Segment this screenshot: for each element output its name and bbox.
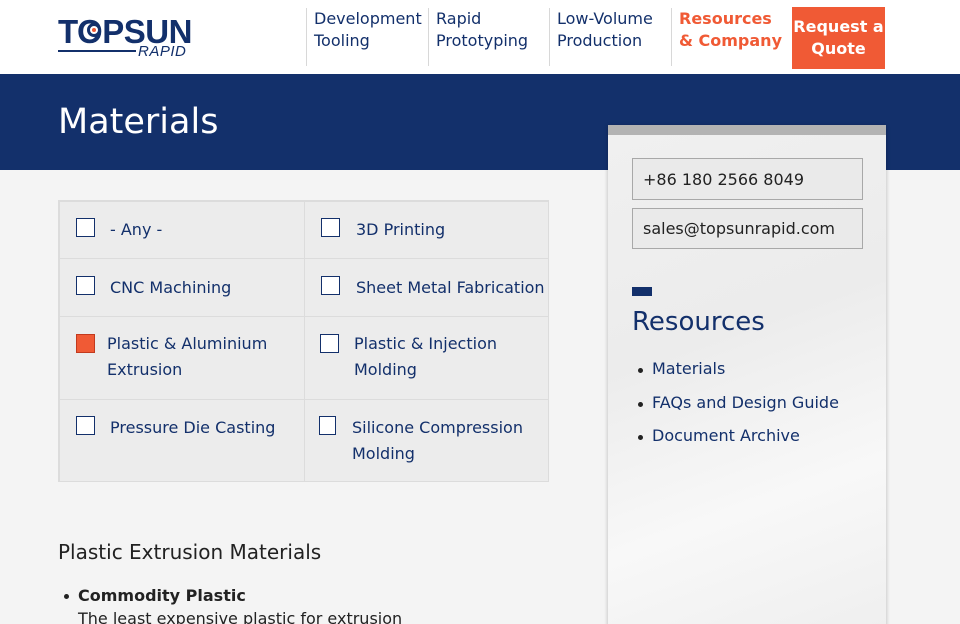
filter-option-extrusion[interactable]: Plastic & Aluminium Extrusion <box>59 316 305 400</box>
nav-rapid-prototyping[interactable]: Rapid Prototyping <box>428 8 544 66</box>
material-filter-grid: - Any - 3D Printing CNC Machining Sheet … <box>58 200 549 482</box>
email-field[interactable]: sales@topsunrapid.com <box>632 208 863 249</box>
resources-accent-bar <box>632 287 652 296</box>
filter-label: Sheet Metal Fabrication <box>356 278 545 297</box>
filter-option-sheet-metal[interactable]: Sheet Metal Fabrication <box>304 258 549 317</box>
resources-heading: Resources <box>632 307 765 337</box>
resource-link-faqs[interactable]: FAQs and Design Guide <box>652 393 839 412</box>
logo-target-icon <box>87 23 101 37</box>
filter-option-die-casting[interactable]: Pressure Die Casting <box>59 399 305 482</box>
filter-option-injection-molding[interactable]: Plastic & Injection Molding <box>304 316 549 400</box>
phone-field[interactable]: +86 180 2566 8049 <box>632 158 863 200</box>
checkbox[interactable] <box>319 416 336 435</box>
checkbox[interactable] <box>76 276 95 295</box>
filter-option-any[interactable]: - Any - <box>59 201 305 259</box>
filter-label: Plastic & Aluminium Extrusion <box>107 334 268 379</box>
filter-label: - Any - <box>110 220 163 239</box>
sidebar-top-border <box>608 125 886 135</box>
resource-link-materials[interactable]: Materials <box>652 359 725 378</box>
resource-link-document-archive[interactable]: Document Archive <box>652 426 800 445</box>
filter-label: Silicone Compression Molding <box>352 418 523 463</box>
logo-underline <box>58 50 136 52</box>
page-title: Materials <box>58 102 219 142</box>
filter-label: 3D Printing <box>356 220 446 239</box>
sidebar: +86 180 2566 8049 sales@topsunrapid.com … <box>608 125 886 624</box>
nav-low-volume-production[interactable]: Low-Volume Production <box>549 8 667 66</box>
bullet-icon <box>638 402 643 407</box>
nav-resources-company[interactable]: Resources & Company <box>671 8 787 66</box>
checkbox[interactable] <box>76 218 95 237</box>
site-header: TOPSUN RAPID Development Tooling Rapid P… <box>0 0 960 74</box>
filter-label: Pressure Die Casting <box>110 418 276 437</box>
checkbox-checked[interactable] <box>76 334 95 353</box>
bullet-icon <box>638 368 643 373</box>
bullet-icon <box>64 594 69 599</box>
logo-subtitle: RAPID <box>138 43 187 60</box>
section-title: Plastic Extrusion Materials <box>58 540 322 564</box>
checkbox[interactable] <box>76 416 95 435</box>
filter-label: Plastic & Injection Molding <box>354 334 497 379</box>
material-item-description: The least expensive plastic for extrusio… <box>78 609 403 624</box>
request-quote-button[interactable]: Request a Quote <box>792 7 885 69</box>
filter-option-cnc-machining[interactable]: CNC Machining <box>59 258 305 317</box>
nav-development-tooling[interactable]: Development Tooling <box>306 8 422 66</box>
filter-label: CNC Machining <box>110 278 232 297</box>
material-item-title: Commodity Plastic <box>78 586 246 605</box>
topsun-logo[interactable]: TOPSUN RAPID <box>58 14 198 62</box>
checkbox[interactable] <box>321 218 340 237</box>
filter-option-3d-printing[interactable]: 3D Printing <box>304 201 549 259</box>
bullet-icon <box>638 435 643 440</box>
filter-option-silicone-molding[interactable]: Silicone Compression Molding <box>304 399 549 482</box>
checkbox[interactable] <box>321 276 340 295</box>
checkbox[interactable] <box>320 334 339 353</box>
